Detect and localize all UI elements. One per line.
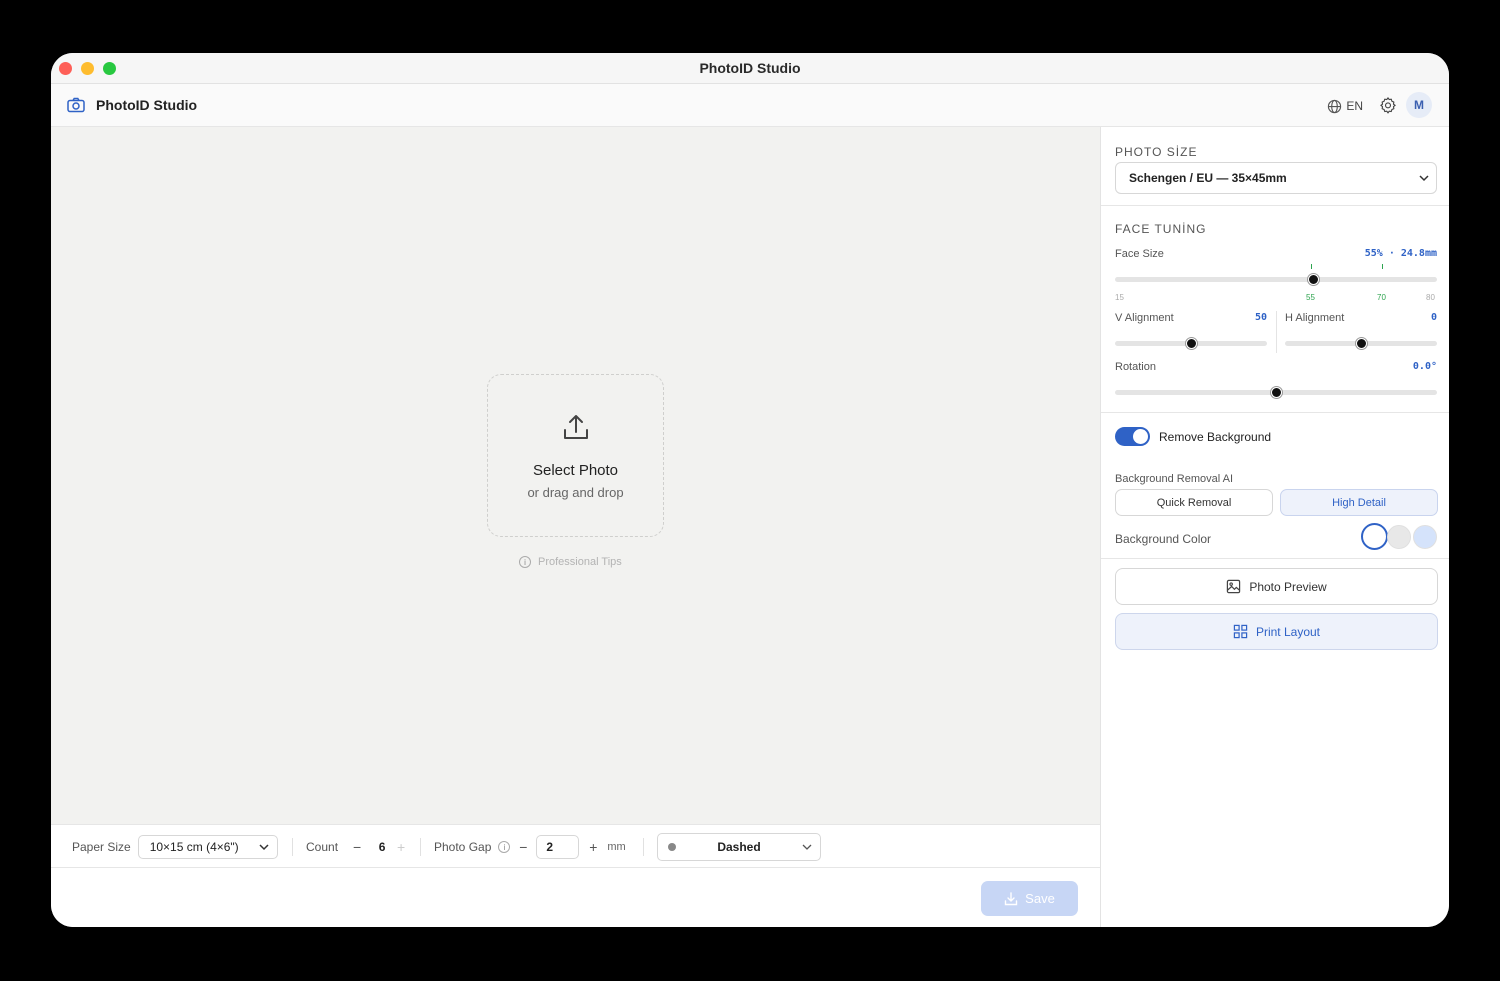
- face-size-slider[interactable]: [1115, 274, 1437, 285]
- paper-size-value: 10×15 cm (4×6"): [149, 840, 239, 854]
- chevron-down-icon: [802, 844, 812, 850]
- print-settings-bar: Paper Size 10×15 cm (4×6") Count − 6 + P…: [51, 824, 1100, 868]
- face-size-min-label: 15: [1115, 293, 1124, 302]
- cut-line-style-select[interactable]: Dashed: [657, 833, 821, 861]
- quick-removal-button[interactable]: Quick Removal: [1115, 489, 1273, 516]
- rotation-slider[interactable]: [1115, 387, 1437, 398]
- photo-gap-label: Photo Gap: [434, 840, 492, 854]
- divider: [1101, 558, 1449, 559]
- h-alignment-slider-thumb[interactable]: [1355, 338, 1367, 349]
- divider: [1101, 412, 1449, 413]
- rotation-slider-thumb[interactable]: [1270, 387, 1282, 398]
- v-alignment-label: V Alignment: [1115, 312, 1174, 324]
- language-label: EN: [1346, 99, 1363, 113]
- photo-gap-group: Photo Gap i − 2 + mm: [434, 825, 626, 869]
- app-name: PhotoID Studio: [96, 97, 198, 113]
- background-color-swatch[interactable]: [1387, 525, 1411, 549]
- chevron-down-icon: [259, 844, 269, 851]
- background-color-swatch[interactable]: [1361, 523, 1388, 550]
- camera-icon: [67, 97, 85, 113]
- count-decrement-button[interactable]: −: [349, 839, 365, 855]
- v-alignment-slider-thumb[interactable]: [1185, 338, 1197, 349]
- app-header: PhotoID Studio EN M: [51, 84, 1449, 127]
- settings-panel: PHOTO SİZE Schengen / EU — 35×45mm FACE …: [1100, 127, 1449, 927]
- face-size-label: Face Size: [1115, 248, 1164, 260]
- rotation-value: 0.0°: [1412, 361, 1437, 372]
- cut-line-group: Dashed: [657, 825, 821, 869]
- background-color-label: Background Color: [1115, 532, 1212, 546]
- gap-increment-button[interactable]: +: [585, 839, 601, 855]
- tips-label: Professional Tips: [538, 556, 622, 568]
- globe-icon: [1328, 99, 1342, 113]
- h-alignment-label: H Alignment: [1285, 312, 1345, 324]
- professional-tips-link[interactable]: i Professional Tips: [519, 556, 622, 568]
- footer: Save: [51, 868, 1100, 927]
- gear-icon[interactable]: [1379, 96, 1397, 114]
- language-button[interactable]: EN: [1327, 96, 1363, 116]
- face-size-marker-high-label: 70: [1377, 293, 1386, 302]
- high-detail-button[interactable]: High Detail: [1280, 489, 1438, 516]
- face-size-marker-low-label: 55: [1306, 293, 1315, 302]
- photo-preview-button[interactable]: Photo Preview: [1115, 568, 1438, 605]
- window-title: PhotoID Studio: [699, 60, 801, 76]
- face-size-marker: [1382, 264, 1383, 269]
- face-size-marker: [1311, 264, 1312, 269]
- info-icon: i: [519, 556, 531, 568]
- count-label: Count: [306, 840, 339, 854]
- remove-background-toggle[interactable]: [1115, 427, 1150, 446]
- rotation-label: Rotation: [1115, 361, 1156, 373]
- gap-unit: mm: [607, 841, 626, 853]
- h-alignment-slider[interactable]: [1285, 338, 1437, 349]
- photo-gap-input[interactable]: 2: [536, 835, 580, 859]
- paper-size-select[interactable]: 10×15 cm (4×6"): [137, 835, 278, 859]
- face-tuning-title: FACE TUNİNG: [1115, 222, 1207, 236]
- gap-decrement-button[interactable]: −: [515, 839, 531, 855]
- dropzone-title: Select Photo: [532, 462, 619, 479]
- count-group: Count − 6 +: [306, 825, 409, 869]
- dropzone-subtitle: or drag and drop: [527, 485, 624, 500]
- v-alignment-value: 50: [1254, 312, 1267, 323]
- v-alignment-slider[interactable]: [1115, 338, 1267, 349]
- divider: [292, 838, 293, 856]
- paper-size-group: Paper Size 10×15 cm (4×6"): [72, 825, 278, 869]
- divider: [420, 838, 421, 856]
- divider: [643, 838, 644, 856]
- count-value: 6: [378, 840, 386, 854]
- user-avatar[interactable]: M: [1406, 92, 1432, 118]
- face-size-value: 55% · 24.8mm: [1364, 248, 1437, 259]
- print-layout-label: Print Layout: [1255, 624, 1321, 639]
- photo-dropzone[interactable]: Select Photo or drag and drop: [487, 374, 664, 537]
- remove-background-label: Remove Background: [1159, 430, 1272, 444]
- face-size-slider-thumb[interactable]: [1307, 274, 1319, 285]
- chevron-down-icon: [1419, 175, 1429, 182]
- download-icon: [1004, 891, 1018, 905]
- save-button[interactable]: Save: [981, 881, 1078, 916]
- line-style-dot-icon: [668, 843, 676, 851]
- divider: [1101, 205, 1449, 206]
- title-bar: PhotoID Studio: [51, 53, 1449, 84]
- photo-canvas: Select Photo or drag and drop i Professi…: [51, 127, 1100, 824]
- upload-icon: [564, 415, 588, 439]
- removal-ai-label: Background Removal AI: [1115, 473, 1234, 485]
- grid-icon: [1233, 624, 1248, 639]
- save-label: Save: [1025, 891, 1055, 906]
- background-color-swatch[interactable]: [1413, 525, 1437, 549]
- photo-size-select[interactable]: Schengen / EU — 35×45mm: [1115, 162, 1437, 194]
- paper-size-label: Paper Size: [72, 840, 131, 854]
- cut-line-style-value: Dashed: [717, 840, 761, 854]
- photo-preview-label: Photo Preview: [1249, 579, 1327, 594]
- print-layout-button[interactable]: Print Layout: [1115, 613, 1438, 650]
- face-size-max-label: 80: [1426, 293, 1435, 302]
- photo-size-value: Schengen / EU — 35×45mm: [1129, 171, 1287, 185]
- h-alignment-value: 0: [1430, 312, 1437, 323]
- app-window: PhotoID Studio PhotoID Studio EN M Selec…: [51, 53, 1449, 927]
- photo-size-title: PHOTO SİZE: [1115, 145, 1198, 159]
- toggle-knob: [1133, 429, 1148, 444]
- image-icon: [1227, 579, 1241, 594]
- count-increment-button[interactable]: +: [393, 839, 409, 855]
- divider: [1276, 311, 1277, 353]
- info-icon[interactable]: i: [498, 841, 511, 853]
